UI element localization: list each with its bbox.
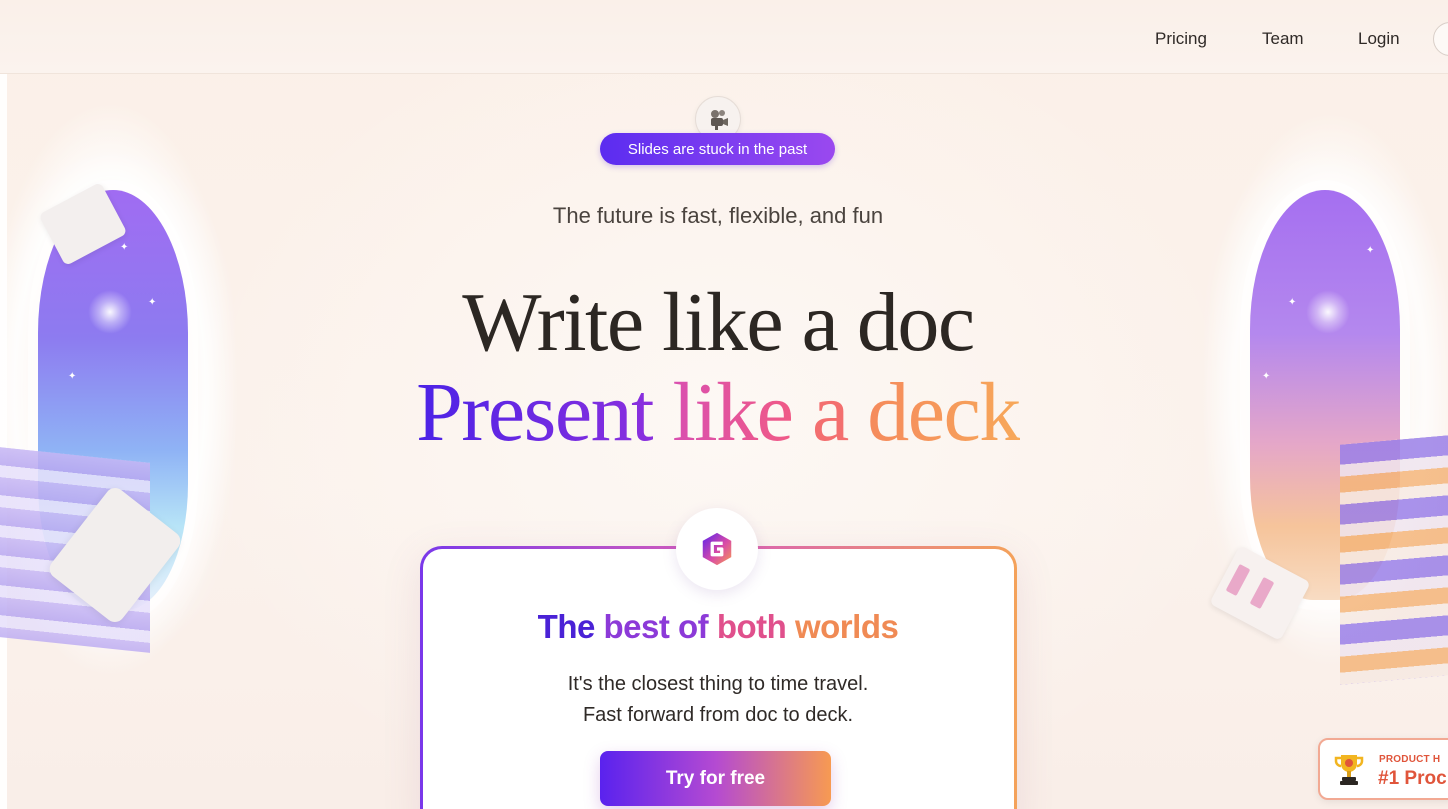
product-hunt-badge-label: PRODUCT H: [1379, 754, 1441, 765]
hero-subtitle: The future is fast, flexible, and fun: [552, 203, 884, 228]
card-description-line2: Fast forward from doc to deck.: [582, 704, 854, 726]
card-title: The best of both worlds: [0, 608, 1436, 646]
hero-headline-line2: Present like a deck: [0, 368, 1436, 458]
headline-word-present: Present: [416, 366, 654, 459]
trophy-icon: [1334, 752, 1364, 793]
card-title-word: both: [716, 608, 787, 645]
landing-page: Pricing Team Login ✦ ✦ ✦ ✦ ✦ ✦ Slides ar…: [0, 0, 1448, 809]
sparkle-icon: ✦: [120, 242, 129, 253]
top-navigation: Pricing Team Login: [0, 0, 1448, 74]
headline-word-deck: deck: [867, 366, 1021, 459]
card-description-line1: It's the closest thing to time travel.: [567, 673, 869, 695]
hero-headline-line1: Write like a doc: [462, 276, 975, 369]
product-hunt-badge-rank: #1 Proc: [1378, 768, 1447, 789]
card-title-word: best of: [603, 608, 709, 645]
card-title-word: worlds: [794, 608, 899, 645]
headline-word-like: like: [672, 366, 793, 459]
nav-signup-button-edge[interactable]: [1433, 22, 1448, 56]
gamma-logo-icon: [676, 508, 758, 590]
card-title-word: The: [537, 608, 596, 645]
nav-link-pricing[interactable]: Pricing: [1155, 29, 1207, 49]
announcement-pill[interactable]: Slides are stuck in the past: [600, 133, 835, 165]
nav-link-login[interactable]: Login: [1358, 29, 1400, 49]
sparkle-icon: ✦: [1366, 245, 1375, 256]
right-ribbon-illustration: [1340, 435, 1448, 685]
try-for-free-button[interactable]: Try for free: [600, 751, 831, 806]
nav-link-team[interactable]: Team: [1262, 29, 1304, 49]
headline-word-a: a: [811, 366, 849, 459]
